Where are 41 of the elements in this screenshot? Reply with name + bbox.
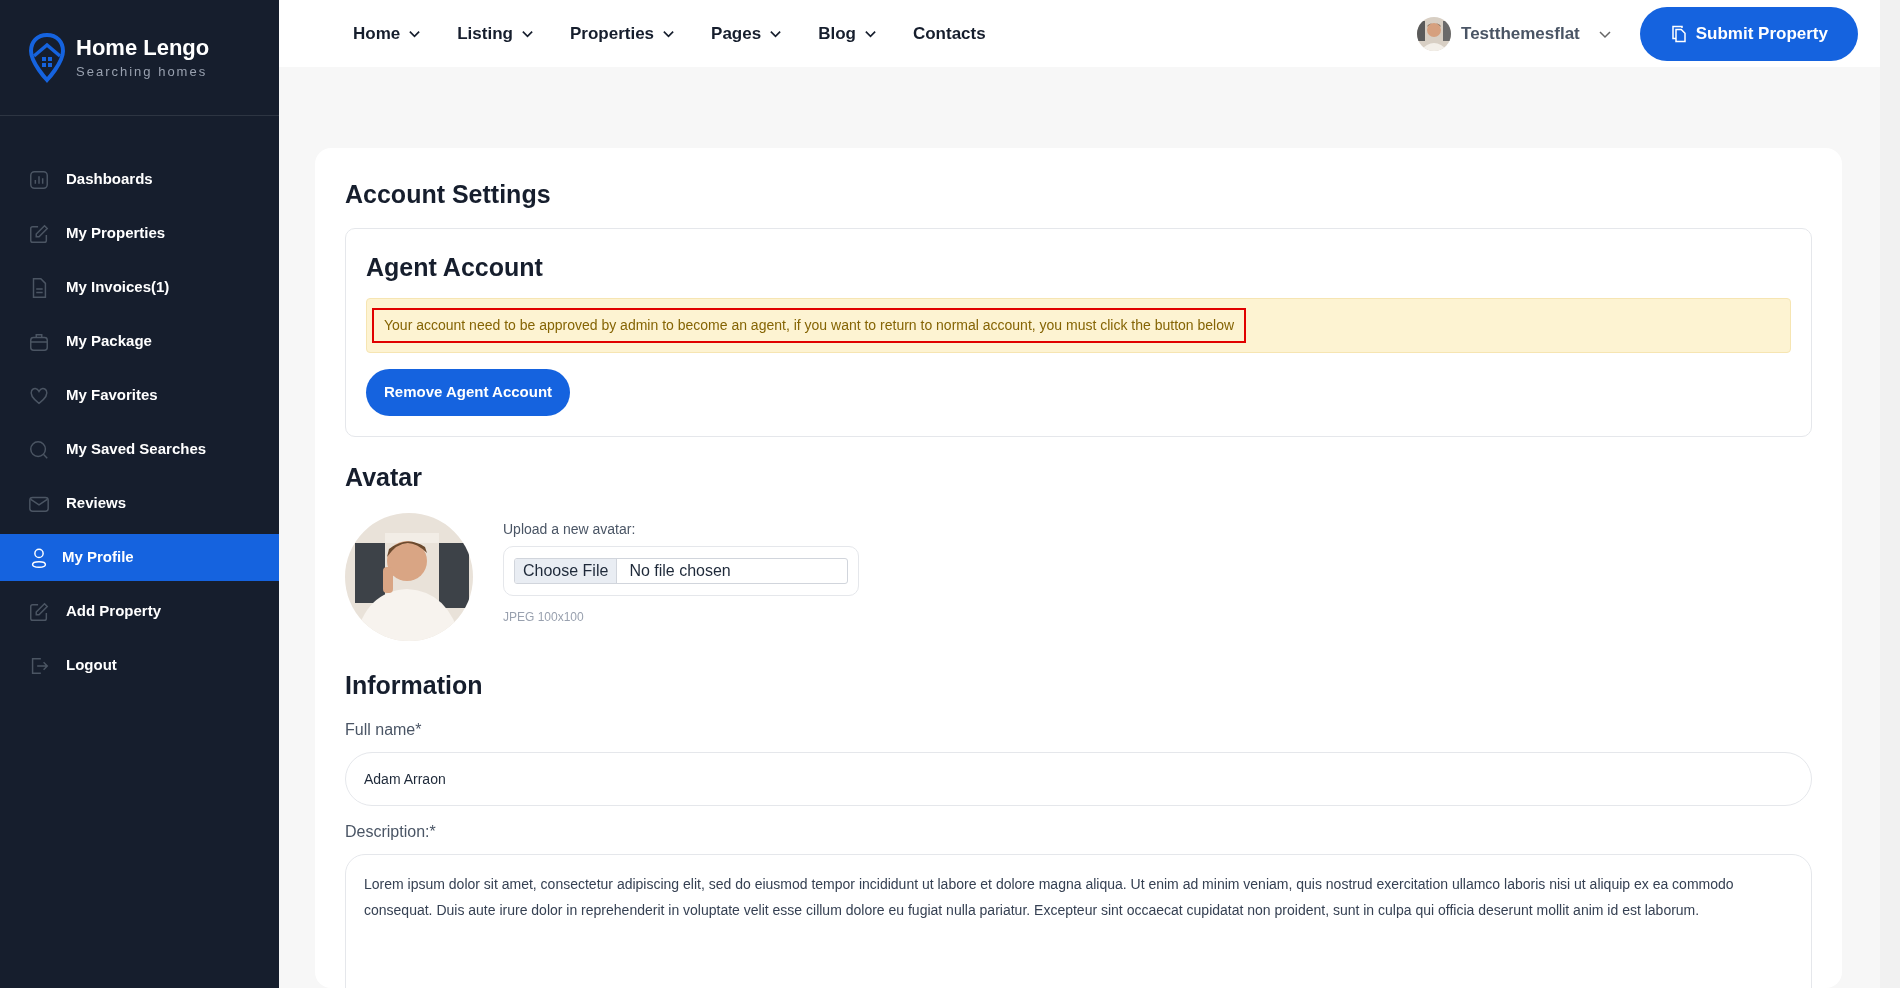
section-heading: Agent Account	[366, 251, 544, 283]
page-title: Account Settings	[345, 179, 552, 210]
sidebar-item[interactable]: Add Property	[0, 588, 279, 635]
file-status: No file chosen	[628, 560, 732, 581]
field-label: Description:*	[345, 822, 437, 842]
sidebar-item[interactable]: My Saved Searches	[0, 426, 279, 473]
nav-link[interactable]: Pages	[711, 20, 783, 47]
edit-icon	[28, 222, 50, 245]
edit-icon	[28, 600, 50, 623]
user-name[interactable]: Testthemesflat	[1461, 20, 1580, 47]
brand-name: Home Lengo	[76, 34, 210, 62]
name-field[interactable]: Adam Arraon	[345, 752, 1812, 806]
logo-icon	[28, 31, 66, 84]
sidebar-item[interactable]: Dashboards	[0, 156, 279, 203]
file-field[interactable]: Choose File No file chosen	[514, 557, 848, 584]
chart-icon	[28, 168, 50, 191]
nav-link[interactable]: Blog	[818, 20, 877, 47]
sidebar-item[interactable]: My Properties	[0, 210, 279, 257]
description-field[interactable]: Lorem ipsum dolor sit amet, consectetur adipiscing elit, sed do eiusmod tempor incididunt ut labore et dolore magna aliqua. Ut enim ad minim veniam, quis nostrud exercitation ullamco laboris nisi ut aliquip ex ea commodo consequat. Duis aute irure dolor in reprehenderit in voluptate velit esse cillum dolore eu fugiat nulla pariatur. Excepteur sint occaecat cupidatat non proident, sunt in culpa qui officia deserunt mollit anim id est laborum.	[345, 854, 1812, 988]
sidebar-item[interactable]: My Profile	[0, 534, 279, 581]
nav-link[interactable]: Listing	[457, 20, 534, 47]
copy-icon	[1669, 24, 1688, 43]
sidebar-item[interactable]: Reviews	[0, 480, 279, 527]
nav-link[interactable]: Properties	[569, 20, 676, 47]
sidebar-item[interactable]: My Package	[0, 318, 279, 365]
sidebar-item[interactable]: My Invoices(1)	[0, 264, 279, 311]
remove-agent-button[interactable]: Remove Agent Account	[366, 369, 571, 416]
nav-link[interactable]: Home	[353, 20, 422, 47]
nav-link[interactable]: Contacts	[912, 20, 986, 47]
sidebar-item[interactable]: My Favorites	[0, 372, 279, 419]
brand-tagline: Searching homes	[76, 62, 209, 81]
search-icon	[28, 438, 50, 461]
file-hint: JPEG 100x100	[503, 608, 585, 626]
section-heading: Information	[345, 669, 484, 701]
alert-message: Your account need to be approved by admin to become an agent, if you want to return to normal account, you must click the button below	[384, 316, 1235, 335]
submit-property-button[interactable]: Submit Property	[1639, 6, 1858, 61]
upload-label: Upload a new avatar:	[503, 519, 637, 539]
sidebar-item[interactable]: Logout	[0, 642, 279, 689]
section-heading: Avatar	[345, 462, 423, 493]
choose-file-button[interactable]: Choose File	[515, 558, 618, 583]
field-label: Full name*	[345, 720, 423, 740]
